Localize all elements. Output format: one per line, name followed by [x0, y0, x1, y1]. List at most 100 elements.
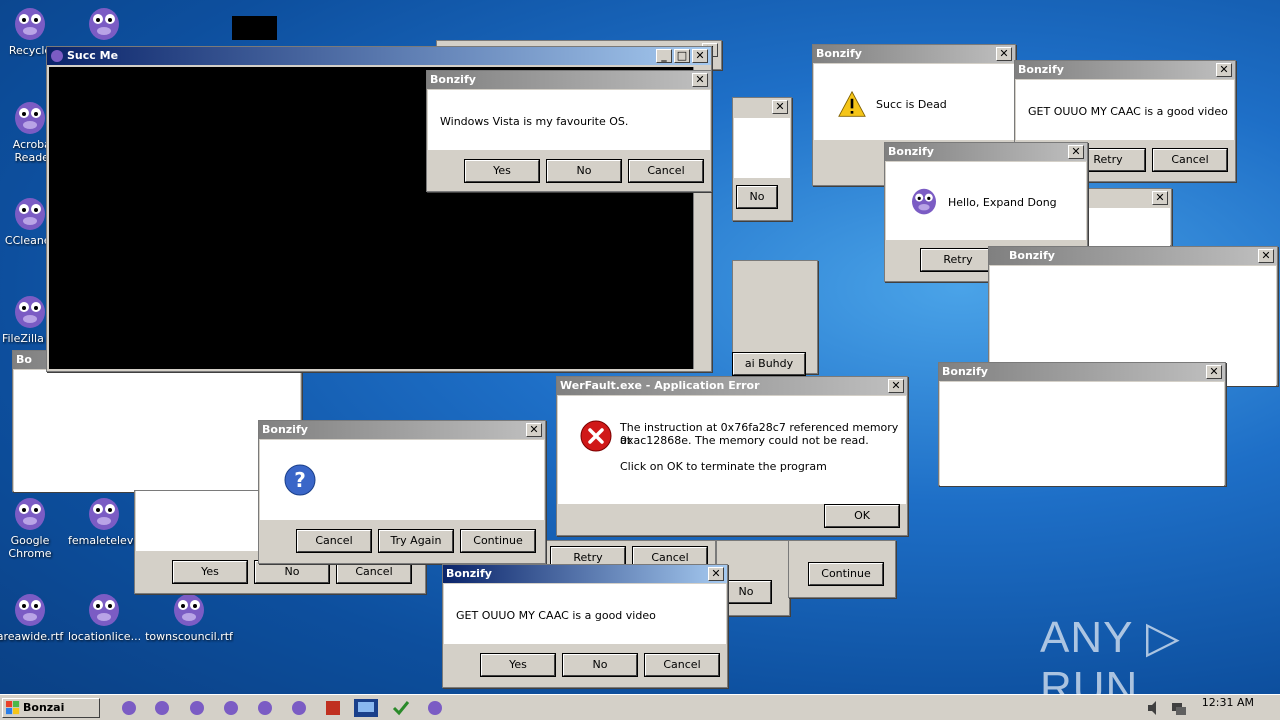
close-icon[interactable]: ✕	[772, 100, 788, 114]
close-icon[interactable]: ✕	[996, 47, 1012, 61]
desktop-icon-label: Google Chrome	[8, 534, 52, 560]
close-icon[interactable]: ✕	[1068, 145, 1084, 159]
checkmark-icon[interactable]	[392, 699, 410, 717]
cancel-button[interactable]: Cancel	[336, 560, 412, 584]
taskbar: Bonzai Buhdy 12:31 AM	[0, 694, 1280, 720]
window-title: Bonzify	[989, 247, 1277, 265]
bonzi-icon[interactable]	[290, 699, 308, 717]
yes-button[interactable]: Yes	[480, 653, 556, 677]
close-icon[interactable]: ✕	[708, 567, 724, 581]
start-label: Bonzai Buhdy	[23, 701, 65, 720]
try-again-button[interactable]: Try Again	[378, 529, 454, 553]
blank-dialog-right2: Bonzify ✕	[938, 362, 1226, 486]
no-button[interactable]: No	[736, 185, 778, 209]
bonzi-icon	[15, 102, 45, 134]
close-icon[interactable]: ✕	[1206, 365, 1222, 379]
cancel-button[interactable]: Cancel	[296, 529, 372, 553]
speaker-icon[interactable]	[1146, 699, 1164, 717]
behind-window-right: ✕	[1086, 188, 1172, 246]
bonzi-icon	[89, 8, 119, 40]
bonzi-icon[interactable]	[188, 699, 206, 717]
error-message-line3: Click on OK to terminate the program	[620, 460, 827, 473]
monitor-icon[interactable]	[352, 699, 380, 717]
desktop-icon-bonzi[interactable]	[68, 2, 140, 44]
no-button[interactable]: No	[562, 653, 638, 677]
desktop-icon-label: femaletelevi...	[68, 534, 140, 547]
bonzi-icon[interactable]	[153, 699, 171, 717]
bonzi-icon[interactable]	[222, 699, 240, 717]
desktop-icon-femaletelevi[interactable]: femaletelevi...	[68, 492, 140, 547]
window-title: Bonzify	[939, 363, 1225, 381]
get-ouuo-bottom-dialog: Bonzify ✕ GET OUUO MY CAAC is a good vid…	[442, 564, 728, 688]
bonzi-icon	[15, 498, 45, 530]
behind-window-continue: Continue	[788, 540, 896, 598]
no-button[interactable]: No	[720, 580, 772, 604]
windows-logo-icon	[6, 701, 20, 715]
retry-button[interactable]: Retry	[920, 248, 996, 272]
continue-button[interactable]: Continue	[808, 562, 884, 586]
desktop-icon-locationlice[interactable]: locationlice...	[68, 588, 140, 643]
close-icon[interactable]: ✕	[888, 379, 904, 393]
yes-button[interactable]: Yes	[172, 560, 248, 584]
error-icon	[580, 420, 612, 452]
cancel-button[interactable]: Cancel	[644, 653, 720, 677]
window-title: Bonzify	[813, 45, 1015, 63]
bonzi-icon	[912, 188, 936, 215]
yes-button[interactable]: Yes	[464, 159, 540, 183]
bonzi-icon	[89, 594, 119, 626]
dialog-message: GET OUUO MY CAAC is a good video	[1028, 105, 1228, 118]
dialog-message: Succ is Dead	[876, 98, 947, 111]
clock[interactable]: 12:31 AM	[1202, 695, 1254, 709]
bonzi-icon	[15, 198, 45, 230]
network-icon[interactable]	[1170, 699, 1188, 717]
no-button[interactable]: No	[254, 560, 330, 584]
desktop-icon-label: locationlice...	[68, 630, 140, 643]
window-title: Bonzify	[427, 71, 711, 89]
window-title: WerFault.exe - Application Error	[557, 377, 907, 395]
continue-button[interactable]: Continue	[460, 529, 536, 553]
vista-dialog: Bonzify ✕ Windows Vista is my favourite …	[426, 70, 712, 192]
bonzi-icon[interactable]	[256, 699, 274, 717]
desktop-icon-chrome[interactable]: Google Chrome	[0, 492, 66, 560]
werfault-dialog: WerFault.exe - Application Error ✕ The i…	[556, 376, 908, 536]
bonzai-buhdy-button[interactable]: ai Buhdy	[732, 352, 806, 376]
desktop-icon-label: townscouncil.rtf	[145, 630, 233, 643]
cancel-button[interactable]: Cancel	[1152, 148, 1228, 172]
error-message-line2: 0xac12868e. The memory could not be read…	[620, 434, 869, 447]
question-dialog: Bonzify ✕ ? Cancel Try Again Continue	[258, 420, 546, 564]
dialog-message: Hello, Expand Dong	[948, 196, 1057, 209]
no-button[interactable]: No	[546, 159, 622, 183]
close-icon[interactable]: ✕	[692, 73, 708, 87]
start-button[interactable]: Bonzai Buhdy	[2, 698, 100, 720]
bonzi-icon[interactable]	[120, 699, 138, 717]
bonzi-icon	[15, 594, 45, 626]
bonzi-icon[interactable]	[426, 699, 444, 717]
close-icon[interactable]: ✕	[1258, 249, 1274, 263]
desktop-icon-townscouncil[interactable]: townscouncil.rtf	[144, 588, 234, 643]
bonzi-icon	[174, 594, 204, 626]
question-icon: ?	[284, 464, 316, 496]
cancel-button[interactable]: Cancel	[628, 159, 704, 183]
black-rectangle	[232, 16, 277, 40]
ok-button[interactable]: OK	[824, 504, 900, 528]
window-title: Bonzify	[1015, 61, 1235, 79]
app-icon[interactable]	[324, 699, 342, 717]
dialog-message: Windows Vista is my favourite OS.	[440, 115, 629, 128]
window-title: Bonzify	[885, 143, 1087, 161]
behind-window-no: No ✕	[732, 97, 792, 221]
maximize-icon[interactable]: □	[674, 49, 690, 63]
minimize-icon[interactable]: _	[656, 49, 672, 63]
window-title: Succ Me	[47, 47, 711, 65]
bonzi-icon	[15, 8, 45, 40]
close-icon[interactable]: ✕	[692, 49, 708, 63]
behind-window-buhdy: ai Buhdy	[732, 260, 818, 376]
desktop-icon-areawide[interactable]: areawide.rtf	[0, 588, 66, 643]
close-icon[interactable]: ✕	[1216, 63, 1232, 77]
dialog-message: GET OUUO MY CAAC is a good video	[456, 609, 656, 622]
warning-icon	[838, 90, 866, 117]
window-title: Bonzify	[259, 421, 545, 439]
svg-text:?: ?	[294, 468, 306, 492]
close-icon[interactable]: ✕	[526, 423, 542, 437]
close-icon[interactable]: ✕	[1152, 191, 1168, 205]
bonzi-icon	[15, 296, 45, 328]
